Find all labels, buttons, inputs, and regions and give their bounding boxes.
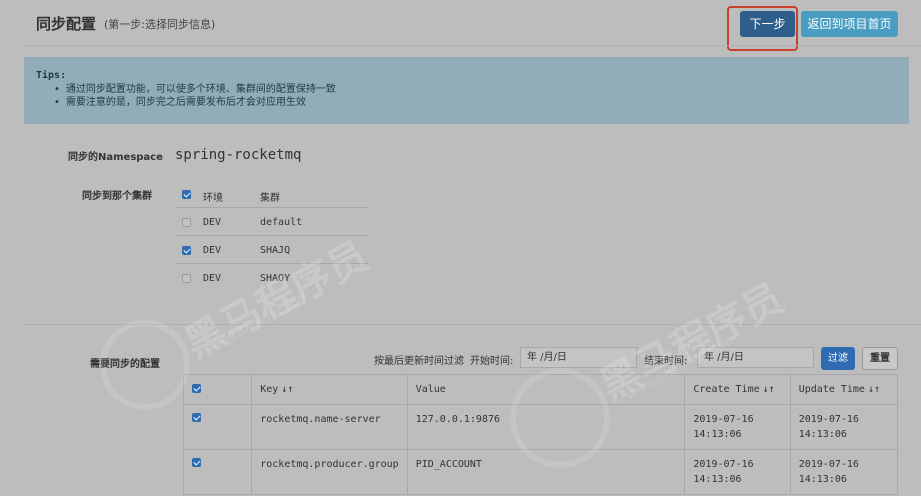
watermark-url: www.itheima.com [203, 288, 313, 357]
configs-label: 需要同步的配置 [90, 359, 160, 370]
tips-list: 通过同步配置功能，可以使多个环境、集群间的配置保持一致 需要注意的是，同步完之后… [54, 83, 336, 109]
cluster-name: default [260, 217, 303, 228]
section-divider [24, 324, 921, 325]
reset-button[interactable]: 重置 [862, 347, 898, 370]
create-time-header-label: Create Time [693, 384, 760, 395]
config-value: PID_ACCOUNT [406, 449, 686, 495]
tips-panel: Tips: 通过同步配置功能，可以使多个环境、集群间的配置保持一致 需要注意的是… [24, 57, 909, 124]
config-table: Key ↓↑ Value Create Time ↓↑ Update Time ↓↑ … [182, 374, 899, 495]
filter-button[interactable]: 过滤 [821, 347, 855, 370]
cluster-checkbox[interactable] [182, 218, 191, 227]
cluster-name: SHAJQ [260, 245, 291, 256]
config-checkbox[interactable] [192, 458, 201, 467]
value-column-header: Value [406, 374, 686, 405]
sort-icon[interactable]: ↓↑ [281, 384, 293, 395]
cluster-column-header: 集群 [260, 193, 280, 204]
cluster-table: 环境 集群 DEV default DEV SHAJQ DEV SHAOY [176, 180, 369, 292]
cluster-header-row: 环境 集群 [176, 180, 369, 208]
tips-title: Tips: [36, 70, 67, 81]
select-all-configs-cell [182, 374, 253, 405]
config-key: rocketmq.name-server [251, 404, 408, 450]
config-create-time: 2019-07-16 14:13:06 [684, 449, 791, 495]
next-step-button[interactable]: 下一步 [740, 11, 795, 37]
page-title: 同步配置 [36, 15, 97, 33]
cluster-env: DEV [203, 273, 222, 284]
sort-icon[interactable]: ↓↑ [763, 384, 775, 395]
sort-icon[interactable]: ↓↑ [868, 384, 880, 395]
end-date-input[interactable]: 年 /月/日 [697, 347, 814, 368]
namespace-value: spring-rocketmq [175, 147, 302, 163]
config-update-time: 2019-07-16 14:13:06 [789, 404, 899, 450]
key-header-label: Key [260, 384, 279, 395]
start-time-label: 开始时间: [470, 356, 514, 367]
page-subtitle: (第一步:选择同步信息) [104, 18, 216, 31]
create-time-column-header[interactable]: Create Time ↓↑ [684, 374, 791, 405]
config-select-cell [182, 404, 253, 450]
cluster-row: DEV SHAOY [176, 264, 369, 292]
cluster-checkbox[interactable] [182, 246, 191, 255]
config-header-row: Key ↓↑ Value Create Time ↓↑ Update Time ↓↑ [182, 374, 899, 405]
config-select-cell [182, 449, 253, 495]
cluster-name: SHAOY [260, 273, 291, 284]
config-value: 127.0.0.1:9876 [406, 404, 686, 450]
config-row: rocketmq.name-server 127.0.0.1:9876 2019… [182, 404, 899, 450]
env-column-header: 环境 [203, 193, 223, 204]
key-column-header[interactable]: Key ↓↑ [251, 374, 408, 405]
select-all-clusters-checkbox[interactable] [182, 190, 191, 199]
header-divider [24, 45, 921, 46]
config-key: rocketmq.producer.group [251, 449, 408, 495]
config-update-time: 2019-07-16 14:13:06 [789, 449, 899, 495]
start-date-input[interactable]: 年 /月/日 [520, 347, 637, 368]
namespace-label: 同步的Namespace [68, 152, 163, 163]
config-row: rocketmq.producer.group PID_ACCOUNT 2019… [182, 449, 899, 495]
tip-item: 需要注意的是，同步完之后需要发布后才会对应用生效 [54, 96, 336, 109]
update-time-header-label: Update Time [798, 384, 865, 395]
update-time-column-header[interactable]: Update Time ↓↑ [789, 374, 899, 405]
config-checkbox[interactable] [192, 413, 201, 422]
cluster-checkbox[interactable] [182, 274, 191, 283]
select-all-configs-checkbox[interactable] [192, 384, 201, 393]
config-create-time: 2019-07-16 14:13:06 [684, 404, 791, 450]
tip-item: 通过同步配置功能，可以使多个环境、集群间的配置保持一致 [54, 83, 336, 96]
back-to-project-button[interactable]: 返回到项目首页 [801, 11, 898, 37]
end-time-label: 结束时间: [644, 356, 688, 367]
clusters-label: 同步到那个集群 [82, 191, 152, 202]
cluster-row: DEV default [176, 208, 369, 236]
cluster-env: DEV [203, 217, 222, 228]
cluster-env: DEV [203, 245, 222, 256]
filter-by-update-time-label: 按最后更新时间过滤 [374, 356, 464, 367]
cluster-row: DEV SHAJQ [176, 236, 369, 264]
